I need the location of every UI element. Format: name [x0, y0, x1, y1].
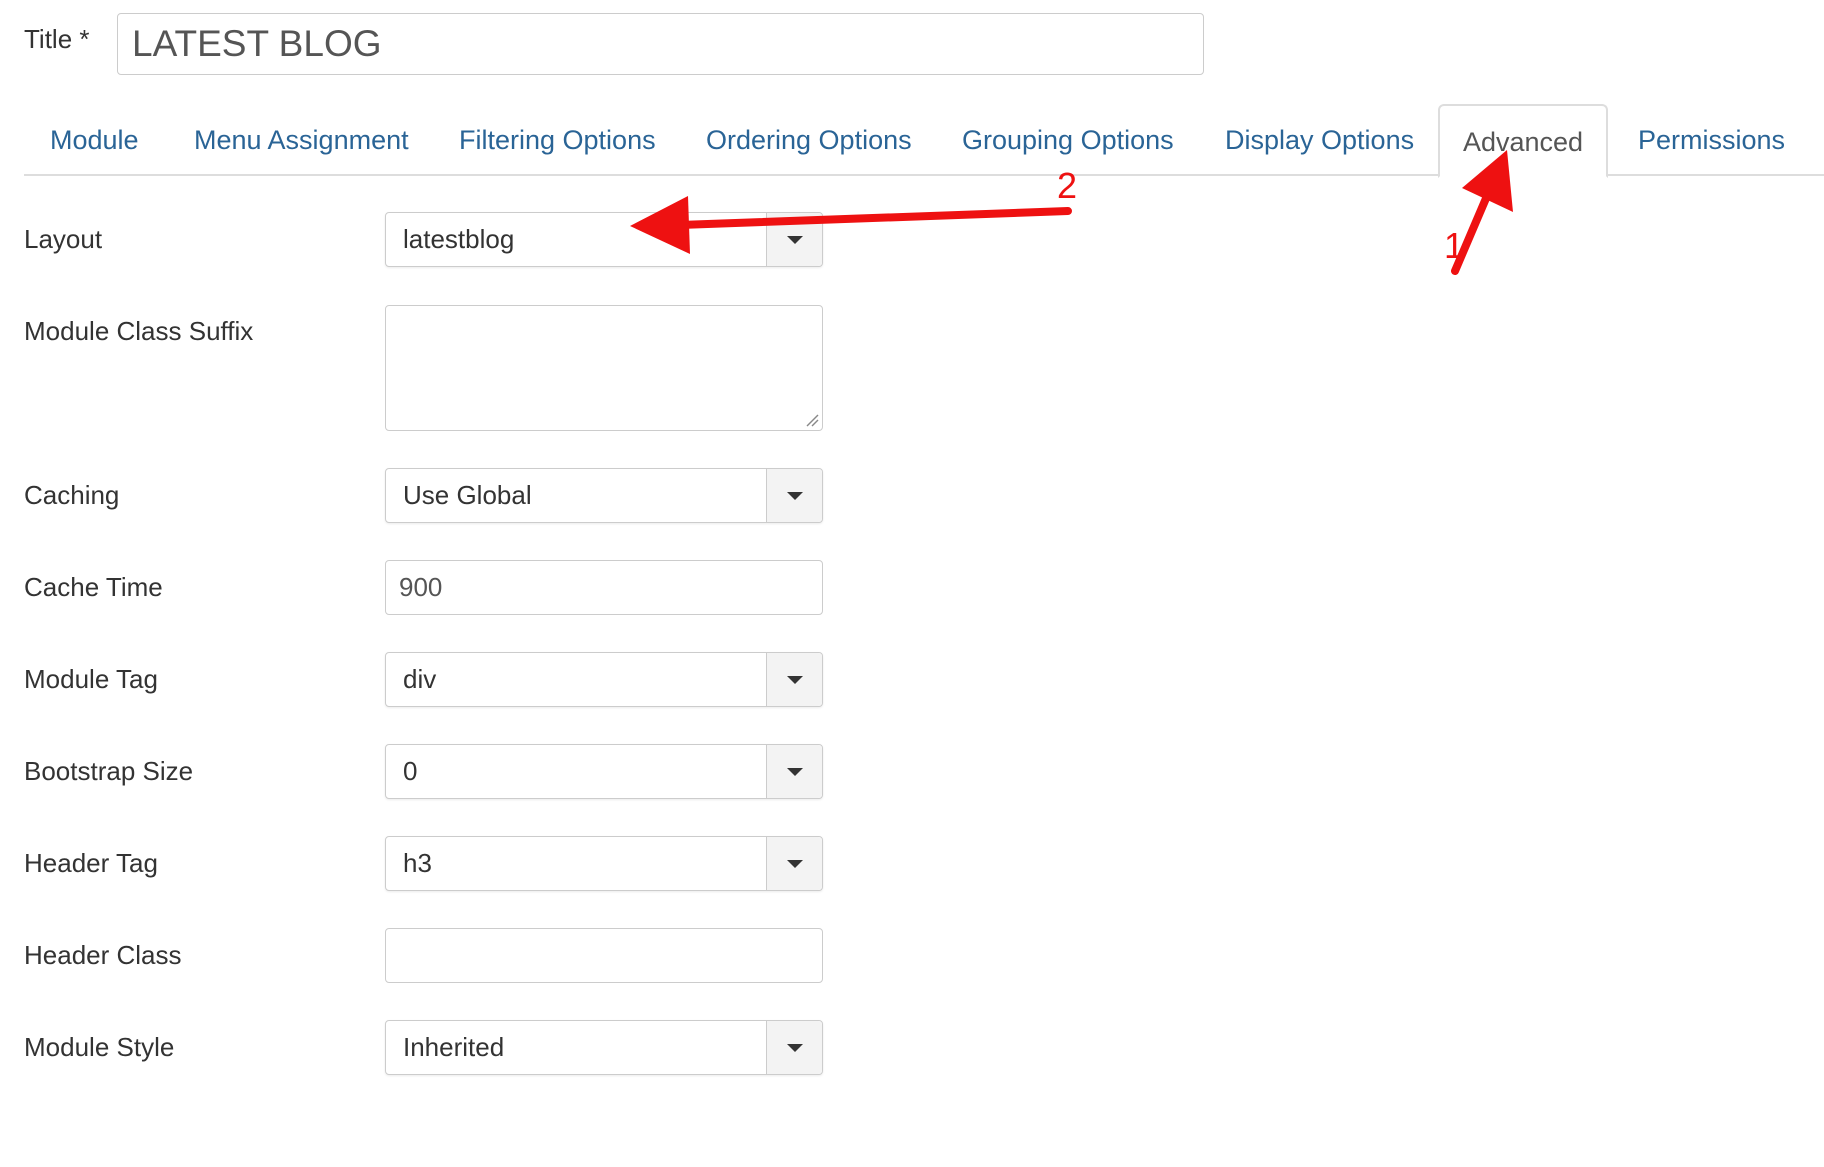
title-input[interactable]: LATEST BLOG: [117, 13, 1204, 75]
module-class-suffix-textarea[interactable]: [385, 305, 823, 431]
bootstrap-size-value: 0: [403, 756, 418, 786]
tab-advanced[interactable]: Advanced: [1438, 104, 1608, 178]
caching-select[interactable]: Use Global: [385, 468, 823, 523]
module-class-suffix-label: Module Class Suffix: [24, 316, 254, 346]
header-class-input[interactable]: [385, 928, 823, 983]
layout-value: latestblog: [403, 224, 515, 254]
caret-down-icon: [787, 676, 803, 684]
tab-bar: Module Menu Assignment Filtering Options…: [24, 104, 1824, 178]
header-tag-dropdown-button[interactable]: [766, 837, 822, 890]
caret-down-icon: [787, 236, 803, 244]
annotation-number-1: 1: [1444, 225, 1465, 266]
caret-down-icon: [787, 1044, 803, 1052]
tab-menu-assignment[interactable]: Menu Assignment: [194, 104, 409, 176]
module-tag-value: div: [403, 664, 437, 694]
layout-label: Layout: [24, 224, 103, 254]
cache-time-input[interactable]: 900: [385, 560, 823, 615]
bootstrap-size-label: Bootstrap Size: [24, 756, 194, 786]
module-style-value: Inherited: [403, 1032, 505, 1062]
cache-time-label: Cache Time: [24, 572, 163, 602]
caching-dropdown-button[interactable]: [766, 469, 822, 522]
module-tag-label: Module Tag: [24, 664, 158, 694]
caret-down-icon: [787, 860, 803, 868]
header-tag-label: Header Tag: [24, 848, 158, 878]
layout-dropdown-button[interactable]: [766, 213, 822, 266]
module-style-select[interactable]: Inherited: [385, 1020, 823, 1075]
bootstrap-size-dropdown-button[interactable]: [766, 745, 822, 798]
caching-label: Caching: [24, 480, 120, 510]
annotation-number-2: 2: [1057, 165, 1078, 206]
title-label: Title *: [24, 24, 90, 54]
header-tag-value: h3: [403, 848, 432, 878]
header-tag-select[interactable]: h3: [385, 836, 823, 891]
layout-select[interactable]: latestblog: [385, 212, 823, 267]
module-edit-page: Title * LATEST BLOG Module Menu Assignme…: [0, 0, 1824, 1167]
tab-display-options[interactable]: Display Options: [1225, 104, 1414, 176]
module-tag-dropdown-button[interactable]: [766, 653, 822, 706]
tab-permissions[interactable]: Permissions: [1638, 104, 1785, 176]
tab-filtering-options[interactable]: Filtering Options: [459, 104, 656, 176]
module-style-label: Module Style: [24, 1032, 175, 1062]
header-class-label: Header Class: [24, 940, 182, 970]
tab-module[interactable]: Module: [50, 104, 139, 176]
resize-handle-icon[interactable]: [805, 413, 819, 427]
module-style-dropdown-button[interactable]: [766, 1021, 822, 1074]
caret-down-icon: [787, 492, 803, 500]
caret-down-icon: [787, 768, 803, 776]
bootstrap-size-select[interactable]: 0: [385, 744, 823, 799]
caching-value: Use Global: [403, 480, 532, 510]
tab-ordering-options[interactable]: Ordering Options: [706, 104, 912, 176]
module-tag-select[interactable]: div: [385, 652, 823, 707]
